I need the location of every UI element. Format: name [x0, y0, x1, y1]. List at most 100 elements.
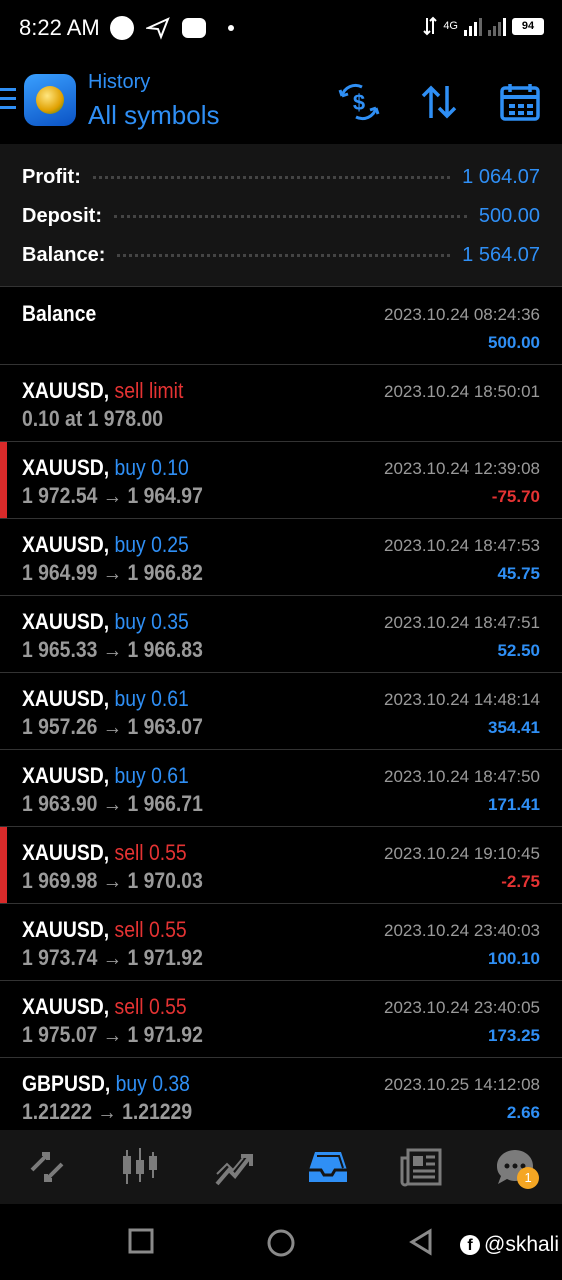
symbol-name: XAUUSD, [22, 917, 110, 942]
menu-icon[interactable] [0, 88, 16, 110]
row-title: XAUUSD, buy 0.35 [22, 609, 189, 635]
balance-row: Balance: 1 564.07 [22, 240, 540, 270]
network-type: 4G [443, 20, 458, 32]
history-row[interactable]: XAUUSD, buy 0.10 1 972.54 → 1 964.97 202… [0, 442, 562, 519]
deposit-row: Deposit: 500.00 [22, 201, 540, 231]
row-title: XAUUSD, buy 0.25 [22, 532, 189, 558]
dotted-leader [117, 253, 451, 257]
calendar-icon[interactable] [499, 82, 541, 122]
data-transfer-icon [423, 16, 438, 36]
trade-time: 2023.10.24 18:47:50 [384, 767, 540, 786]
history-row[interactable]: XAUUSD, buy 0.25 1 964.99 → 1 966.82 202… [0, 519, 562, 596]
trade-prices: 1 957.26 → 1 963.07 [22, 714, 203, 739]
back-icon[interactable] [408, 1228, 434, 1256]
history-row[interactable]: GBPUSD, buy 0.38 1.21222 → 1.21229 2023.… [0, 1058, 562, 1130]
history-row[interactable]: XAUUSD, sell 0.55 1 969.98 → 1 970.03 20… [0, 827, 562, 904]
trade-profit: 500.00 [488, 333, 540, 352]
metatrader-logo[interactable] [24, 74, 76, 126]
status-bar: 8:22 AM 4G 94 [0, 0, 562, 58]
news-icon [400, 1148, 442, 1187]
trade-prices: 1 973.74 → 1 971.92 [22, 945, 203, 970]
profit-value: 1 064.07 [462, 165, 540, 188]
row-title: Balance [22, 301, 96, 327]
chart-tab[interactable] [116, 1143, 164, 1191]
watermark-text: @skhali [484, 1233, 560, 1256]
symbol-name: XAUUSD, [22, 609, 110, 634]
symbol-name: XAUUSD, [22, 763, 110, 788]
row-title: XAUUSD, sell 0.55 [22, 994, 187, 1020]
trade-time: 2023.10.24 18:47:53 [384, 536, 540, 555]
row-title: XAUUSD, buy 0.10 [22, 455, 189, 481]
trade-prices: 1 963.90 → 1 966.71 [22, 791, 203, 816]
trade-tab[interactable] [210, 1143, 258, 1191]
facebook-icon: f [460, 1235, 480, 1255]
trade-time: 2023.10.24 19:10:45 [384, 844, 540, 863]
chart-icon [123, 1148, 158, 1184]
symbol-filter[interactable]: All symbols [88, 100, 219, 131]
trade-time: 2023.10.24 18:50:01 [384, 382, 540, 401]
trade-time: 2023.10.24 08:24:36 [384, 305, 540, 324]
trade-side: sell 0.55 [114, 917, 187, 942]
bottom-navigation: 1 [0, 1130, 562, 1204]
history-row[interactable]: XAUUSD, sell 0.55 1 975.07 → 1 971.92 20… [0, 981, 562, 1058]
trade-side: buy 0.35 [114, 609, 189, 634]
signal-icon [464, 16, 482, 36]
trade-profit: -75.70 [491, 487, 540, 506]
quotes-tab[interactable] [23, 1143, 71, 1191]
history-row[interactable]: XAUUSD, sell 0.55 1 973.74 → 1 971.92 20… [0, 904, 562, 981]
trade-profit: 354.41 [488, 718, 540, 737]
trade-prices: 1 972.54 → 1 964.97 [22, 483, 203, 508]
dollar-sort-icon[interactable]: $ [338, 82, 380, 122]
trade-prices: 1.21222 → 1.21229 [22, 1099, 193, 1124]
profit-row: Profit: 1 064.07 [22, 162, 540, 192]
trade-side: sell 0.55 [114, 840, 187, 865]
dotted-leader [92, 175, 451, 179]
history-row[interactable]: XAUUSD, buy 0.35 1 965.33 → 1 966.83 202… [0, 596, 562, 673]
history-row[interactable]: Balance 2023.10.24 08:24:36 500.00 [0, 288, 562, 365]
balance-label: Balance: [22, 243, 106, 266]
trade-side: buy 0.61 [114, 763, 189, 788]
history-row[interactable]: XAUUSD, buy 0.61 1 963.90 → 1 966.71 202… [0, 750, 562, 827]
balance-value: 1 564.07 [462, 243, 540, 266]
trade-time: 2023.10.24 23:40:05 [384, 998, 540, 1017]
home-icon[interactable] [266, 1228, 296, 1258]
gamepad-icon [182, 18, 206, 38]
symbol-name: GBPUSD, [22, 1071, 111, 1096]
trade-profit: 171.41 [488, 795, 540, 814]
trade-icon [215, 1154, 254, 1186]
send-icon [146, 17, 170, 40]
deposit-value: 500.00 [478, 204, 540, 227]
trade-side: sell limit [114, 378, 184, 403]
row-title: XAUUSD, buy 0.61 [22, 686, 189, 712]
trade-profit: 52.50 [497, 641, 540, 660]
more-notifications-dot [228, 25, 234, 31]
trade-time: 2023.10.24 12:39:08 [384, 459, 540, 478]
system-navigation-bar: f @skhali [0, 1204, 562, 1280]
history-row[interactable]: XAUUSD, sell limit 0.10 at 1 978.00 2023… [0, 365, 562, 442]
header-subtitle: History [88, 71, 151, 93]
chat-badge: 1 [517, 1167, 540, 1189]
quotes-icon [30, 1152, 64, 1182]
news-tab[interactable] [397, 1143, 445, 1191]
history-list[interactable]: Balance 2023.10.24 08:24:36 500.00 XAUUS… [0, 288, 562, 1130]
trade-time: 2023.10.25 14:12:08 [384, 1075, 540, 1094]
chat-tab[interactable]: 1 [491, 1143, 540, 1191]
trade-prices: 0.10 at 1 978.00 [22, 406, 164, 431]
row-title: XAUUSD, sell limit [22, 378, 183, 404]
recents-icon[interactable] [128, 1228, 154, 1254]
trade-prices: 1 969.98 → 1 970.03 [22, 868, 203, 893]
battery-icon: 94 [512, 17, 544, 35]
row-title: XAUUSD, sell 0.55 [22, 917, 187, 943]
history-tab[interactable] [304, 1143, 352, 1191]
trade-side: sell 0.55 [114, 994, 187, 1019]
trade-side: buy 0.61 [114, 686, 189, 711]
history-summary: Profit: 1 064.07 Deposit: 500.00 Balance… [0, 144, 562, 287]
symbol-name: XAUUSD, [22, 686, 110, 711]
trade-prices: 1 975.07 → 1 971.92 [22, 1022, 203, 1047]
trade-time: 2023.10.24 14:48:14 [384, 690, 540, 709]
deposit-label: Deposit: [22, 204, 102, 227]
symbol-name: XAUUSD, [22, 994, 110, 1019]
symbol-name: XAUUSD, [22, 378, 110, 403]
sort-arrows-icon[interactable] [418, 82, 460, 122]
history-row[interactable]: XAUUSD, buy 0.61 1 957.26 → 1 963.07 202… [0, 673, 562, 750]
